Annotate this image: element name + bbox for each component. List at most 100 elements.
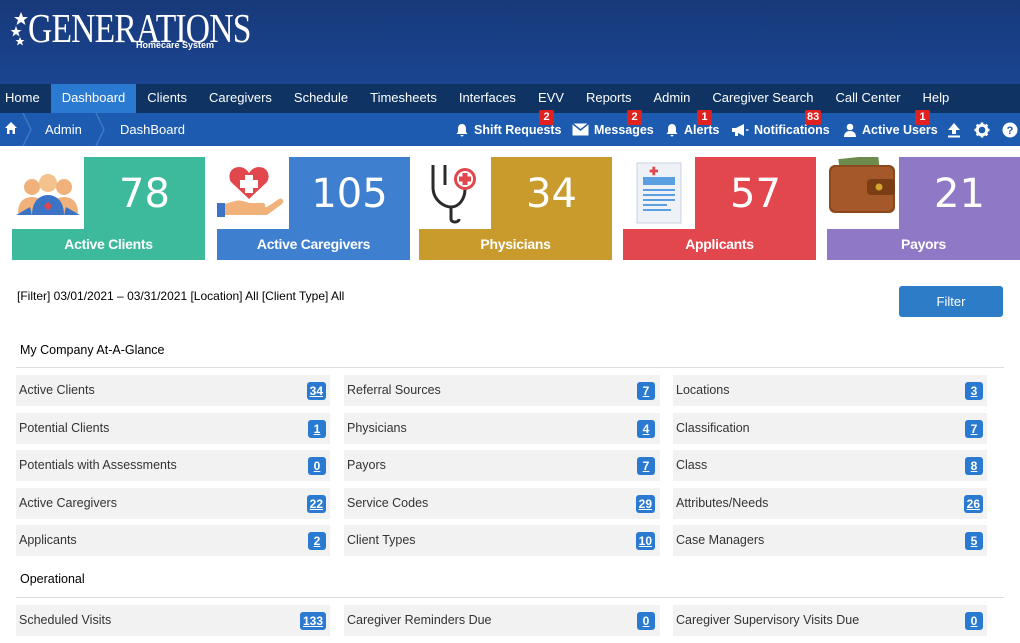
breadcrumb-dashboard: DashBoard	[120, 122, 186, 137]
nav-caregiver-search[interactable]: Caregiver Search	[701, 84, 824, 113]
stat-count-link[interactable]: 4	[637, 419, 655, 438]
stat-row[interactable]: Client Types 10	[344, 525, 660, 556]
tile-label: Applicants	[623, 229, 816, 260]
help-icon[interactable]: ?	[1002, 122, 1018, 138]
tile-value: 57	[730, 171, 781, 217]
stat-count-link[interactable]: 10	[635, 532, 655, 550]
nav-schedule[interactable]: Schedule	[283, 84, 359, 113]
brand-subtitle: Homecare System	[136, 40, 215, 50]
stat-label: Applicants	[19, 533, 77, 547]
stat-row[interactable]: Payors 7	[344, 450, 660, 481]
nav-caregivers[interactable]: Caregivers	[198, 84, 283, 113]
stat-count-link[interactable]: 7	[965, 419, 983, 438]
svg-text:?: ?	[1007, 125, 1014, 137]
stat-row[interactable]: Physicians 4	[344, 412, 660, 444]
stat-row[interactable]: Classification 7	[673, 412, 987, 444]
stat-label: Classification	[676, 420, 750, 435]
tile-value: 105	[311, 171, 388, 217]
stat-row[interactable]: Potentials with Assessments 0	[16, 450, 330, 481]
nav-home[interactable]: Home	[0, 84, 51, 113]
section-company-title: My Company At-A-Glance	[20, 343, 165, 357]
stat-row[interactable]: Potential Clients 1	[16, 412, 330, 444]
stat-row[interactable]: Caregiver Reminders Due 0	[344, 605, 660, 636]
filter-button[interactable]: Filter	[899, 286, 1003, 317]
tile-physicians[interactable]: 34 Physicians	[419, 157, 612, 260]
stat-row[interactable]: Caregiver Supervisory Visits Due 0	[673, 605, 987, 636]
stat-row[interactable]: Case Managers 5	[673, 525, 987, 556]
breadcrumb-separator-icon	[22, 113, 32, 146]
user-icon	[844, 123, 856, 137]
stat-count-link[interactable]: 1	[308, 419, 326, 438]
wallet-icon	[827, 154, 899, 229]
alerts-badge: 1	[697, 110, 712, 125]
stat-row[interactable]: Class 8	[673, 450, 987, 481]
upload-icon[interactable]	[946, 122, 962, 138]
notifications-badge: 83	[805, 110, 822, 125]
stat-label: Attributes/Needs	[676, 495, 769, 510]
tile-label: Active Clients	[12, 229, 205, 260]
stat-count-link[interactable]: 7	[637, 457, 655, 475]
nav-call-center[interactable]: Call Center	[825, 84, 912, 113]
stat-row[interactable]: Active Caregivers 22	[16, 487, 330, 519]
stat-count-link[interactable]: 133	[299, 612, 326, 630]
envelope-icon	[572, 123, 589, 136]
nav-timesheets[interactable]: Timesheets	[359, 84, 448, 113]
stat-row[interactable]: Attributes/Needs 26	[673, 487, 987, 519]
stat-count-link[interactable]: 7	[637, 382, 655, 400]
stat-label: Active Caregivers	[19, 495, 117, 510]
nav-help[interactable]: Help	[912, 84, 961, 113]
stat-count-link[interactable]: 22	[306, 494, 326, 513]
nav-evv[interactable]: EVV	[527, 84, 575, 113]
filter-summary: [Filter] 03/01/2021 – 03/31/2021 [Locati…	[17, 289, 345, 303]
stat-label: Scheduled Visits	[19, 613, 112, 627]
tile-label: Physicians	[419, 229, 612, 260]
stat-row[interactable]: Service Codes 29	[344, 487, 660, 519]
stat-row[interactable]: Active Clients 34	[16, 375, 330, 406]
stat-row[interactable]: Applicants 2	[16, 525, 330, 556]
section-operational-title: Operational	[20, 572, 85, 586]
home-icon[interactable]	[4, 121, 18, 135]
stethoscope-icon	[419, 157, 491, 229]
gear-icon[interactable]	[974, 122, 990, 138]
nav-admin[interactable]: Admin	[642, 84, 701, 113]
tile-payors[interactable]: 21 Payors	[827, 154, 1020, 260]
stat-label: Caregiver Reminders Due	[347, 613, 492, 627]
stat-count-link[interactable]: 5	[965, 532, 983, 550]
stat-label: Potential Clients	[19, 420, 110, 435]
stat-row[interactable]: Referral Sources 7	[344, 375, 660, 406]
stat-row[interactable]: Scheduled Visits 133	[16, 605, 330, 636]
stat-count-link[interactable]: 0	[308, 457, 326, 475]
stat-count-link[interactable]: 34	[306, 382, 326, 400]
stat-count-link[interactable]: 8	[965, 457, 983, 475]
nav-reports[interactable]: Reports	[575, 84, 643, 113]
megaphone-icon	[732, 123, 749, 136]
tile-value: 21	[934, 171, 985, 217]
generations-logo[interactable]: GENERATIONS Homecare System	[8, 2, 251, 62]
stat-count-link[interactable]: 0	[965, 612, 983, 630]
nav-dashboard[interactable]: Dashboard	[50, 84, 137, 113]
tile-label: Payors	[827, 229, 1020, 260]
bell-icon	[666, 123, 678, 136]
stat-count-link[interactable]: 26	[963, 494, 983, 513]
stat-label: Physicians	[347, 420, 407, 435]
bell-icon	[456, 123, 468, 136]
stat-count-link[interactable]: 29	[635, 494, 655, 513]
stat-count-link[interactable]: 0	[637, 612, 655, 630]
section-divider	[16, 367, 1004, 368]
nav-interfaces[interactable]: Interfaces	[448, 84, 527, 113]
tile-active-caregivers[interactable]: 105 Active Caregivers	[217, 157, 410, 260]
tile-active-clients[interactable]: 78 Active Clients	[12, 157, 205, 260]
clients-group-icon	[12, 157, 84, 229]
tile-applicants[interactable]: 57 Applicants	[623, 157, 816, 260]
nav-clients[interactable]: Clients	[136, 84, 198, 113]
stat-row[interactable]: Locations 3	[673, 375, 987, 406]
breadcrumb-admin[interactable]: Admin	[45, 122, 82, 137]
stat-count-link[interactable]: 3	[965, 382, 983, 400]
stat-label: Class	[676, 458, 708, 472]
stat-count-link[interactable]: 2	[308, 532, 326, 550]
active-users-badge: 1	[915, 110, 930, 125]
stat-label: Service Codes	[347, 495, 429, 510]
stat-label: Active Clients	[19, 383, 95, 397]
breadcrumb-separator-icon	[95, 113, 105, 146]
tile-value: 34	[526, 171, 577, 217]
